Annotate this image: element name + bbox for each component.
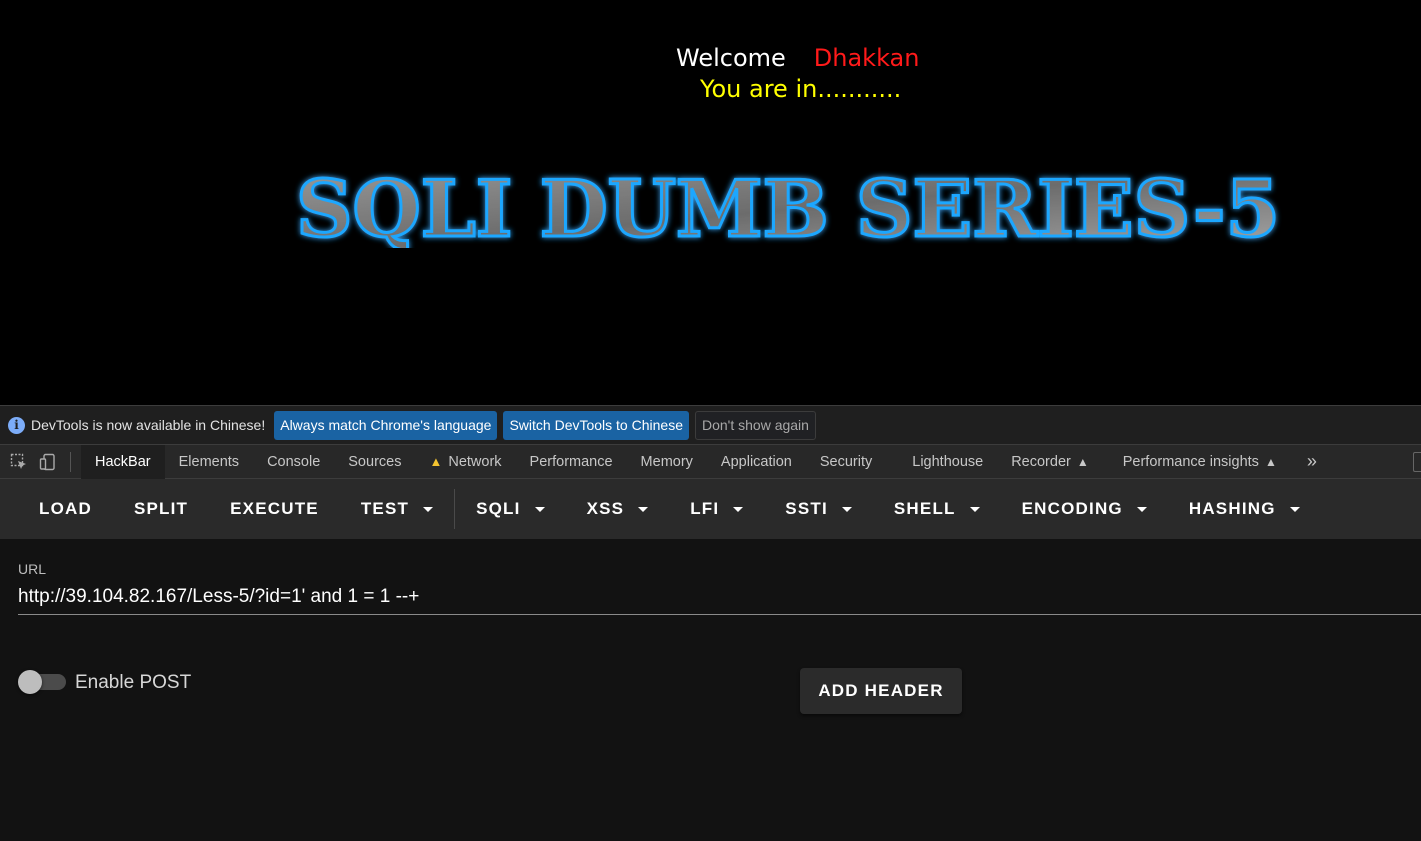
- encoding-dropdown[interactable]: ENCODING: [1001, 479, 1168, 539]
- caret-down-icon: [841, 506, 852, 512]
- test-dropdown[interactable]: TEST: [340, 479, 454, 539]
- sqli-dropdown[interactable]: SQLI: [455, 479, 565, 539]
- execute-button[interactable]: EXECUTE: [209, 479, 340, 539]
- web-page: Welcome Dhakkan You are in........... SQL…: [0, 0, 1421, 405]
- tab-application[interactable]: Application: [707, 445, 806, 479]
- devtools-panel: i DevTools is now available in Chinese! …: [0, 405, 1421, 841]
- experiment-flask-icon: ▲: [1076, 454, 1089, 469]
- shell-label: SHELL: [893, 499, 956, 518]
- tab-network-label: Network: [448, 453, 502, 470]
- hackbar-body: URL Enable POST ADD HEADER: [0, 539, 1421, 841]
- tab-sources[interactable]: Sources: [334, 445, 415, 479]
- caret-down-icon: [638, 506, 649, 512]
- infobar-message: DevTools is now available in Chinese!: [31, 417, 266, 433]
- caret-down-icon: [969, 506, 980, 512]
- tab-memory[interactable]: Memory: [627, 445, 707, 479]
- url-label: URL: [18, 561, 47, 577]
- shell-dropdown[interactable]: SHELL: [873, 479, 1001, 539]
- encoding-label: ENCODING: [1021, 499, 1123, 518]
- username-text: Dhakkan: [813, 44, 920, 72]
- always-match-language-button[interactable]: Always match Chrome's language: [274, 410, 498, 440]
- caret-down-icon: [1289, 506, 1300, 512]
- lfi-dropdown[interactable]: LFI: [669, 479, 764, 539]
- toggle-thumb: [18, 670, 42, 694]
- tab-console[interactable]: Console: [253, 445, 334, 479]
- tab-divider: [70, 451, 71, 472]
- settings-edge-icon[interactable]: [1413, 452, 1421, 472]
- hackbar-toolbar: LOAD SPLIT EXECUTE TEST SQLI XSS LFI SST…: [0, 479, 1421, 539]
- url-input[interactable]: [18, 579, 1421, 615]
- caret-down-icon: [733, 506, 744, 512]
- caret-down-icon: [1136, 506, 1147, 512]
- dont-show-again-button[interactable]: Don't show again: [694, 410, 816, 440]
- tab-performance-insights-label: Performance insights: [1122, 453, 1259, 470]
- inspect-element-icon[interactable]: [9, 452, 29, 472]
- hashing-label: HASHING: [1188, 499, 1276, 518]
- enable-post-label: Enable POST: [75, 672, 192, 693]
- tab-security[interactable]: Security: [806, 445, 886, 479]
- welcome-text: Welcome: [676, 44, 786, 72]
- lfi-label: LFI: [690, 499, 720, 518]
- enable-post-toggle[interactable]: [18, 669, 66, 695]
- split-button[interactable]: SPLIT: [113, 479, 209, 539]
- switch-to-chinese-button[interactable]: Switch DevTools to Chinese: [503, 410, 689, 440]
- caret-down-icon: [423, 506, 434, 512]
- info-icon: i: [8, 416, 25, 434]
- tab-elements[interactable]: Elements: [165, 445, 253, 479]
- xss-label: XSS: [586, 499, 625, 518]
- load-button[interactable]: LOAD: [18, 479, 113, 539]
- sqli-banner: SQLI DUMB SERIES-5: [292, 168, 1284, 248]
- warning-icon: ▲: [429, 454, 443, 469]
- language-infobar: i DevTools is now available in Chinese! …: [0, 405, 1421, 444]
- device-toolbar-icon[interactable]: [38, 452, 58, 472]
- tab-recorder-label: Recorder: [1011, 453, 1071, 470]
- welcome-line: Welcome Dhakkan: [676, 44, 919, 72]
- ssti-label: SSTI: [785, 499, 828, 518]
- experiment-flask-icon: ▲: [1264, 454, 1277, 469]
- banner-text: SQLI DUMB SERIES-5: [296, 168, 1280, 248]
- caret-down-icon: [534, 506, 545, 512]
- hashing-dropdown[interactable]: HASHING: [1168, 479, 1321, 539]
- tab-hackbar[interactable]: HackBar: [81, 444, 165, 479]
- test-label: TEST: [360, 499, 410, 518]
- tab-recorder[interactable]: Recorder ▲: [997, 445, 1103, 479]
- tab-network[interactable]: ▲ Network: [415, 445, 515, 479]
- tab-lighthouse[interactable]: Lighthouse: [898, 445, 997, 479]
- tab-performance-insights[interactable]: Performance insights ▲: [1109, 445, 1291, 479]
- sqli-label: SQLI: [476, 499, 521, 518]
- devtools-tabbar: HackBar Elements Console Sources ▲ Networ…: [0, 444, 1421, 479]
- xss-dropdown[interactable]: XSS: [566, 479, 670, 539]
- more-tabs-chevron-icon[interactable]: »: [1307, 451, 1317, 472]
- tab-performance[interactable]: Performance: [516, 445, 627, 479]
- add-header-button[interactable]: ADD HEADER: [800, 668, 962, 714]
- login-status-text: You are in...........: [700, 75, 902, 103]
- ssti-dropdown[interactable]: SSTI: [764, 479, 873, 539]
